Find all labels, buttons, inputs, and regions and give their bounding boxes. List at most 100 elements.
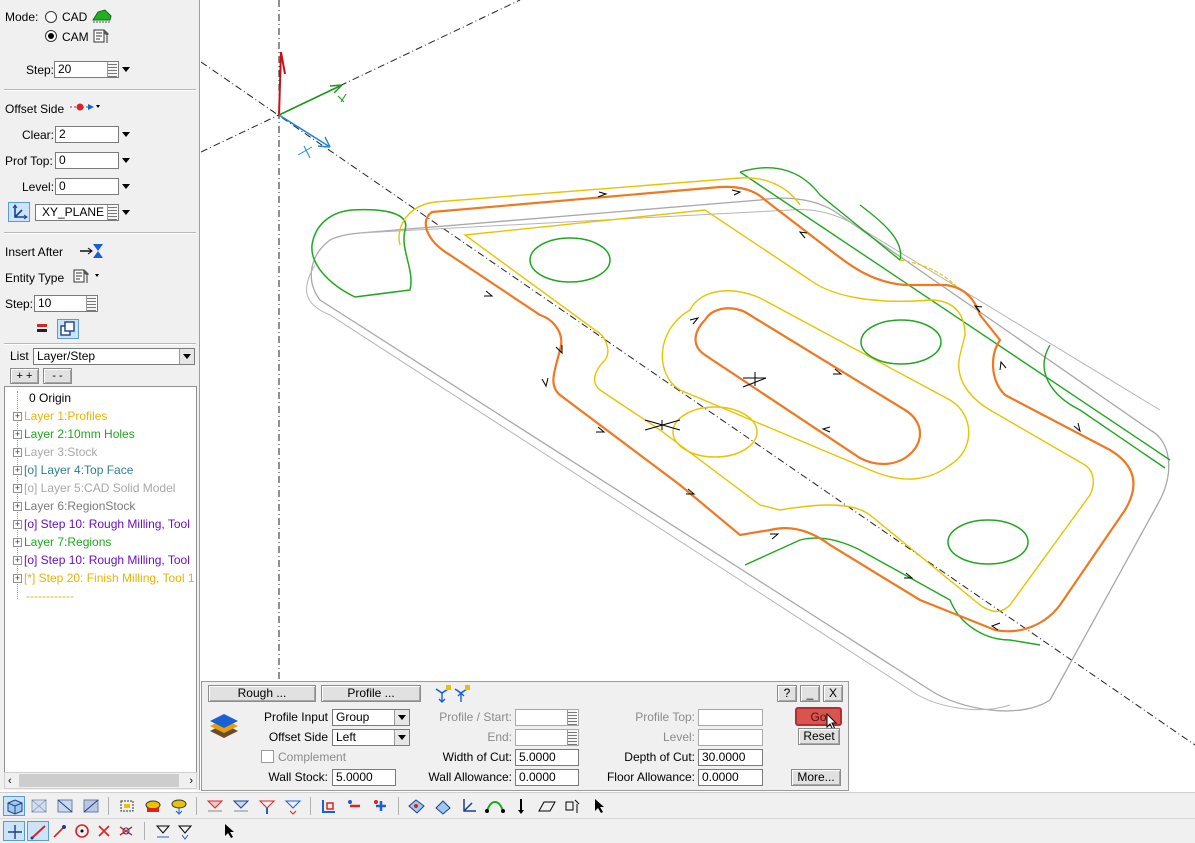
tree-item[interactable]: + Layer 1:Profiles [13, 407, 107, 425]
tool-icon[interactable] [562, 796, 584, 816]
end-spinner[interactable] [567, 730, 577, 745]
snap-grid-icon[interactable] [3, 821, 25, 841]
expand-toggle-icon[interactable]: + [13, 574, 22, 584]
transform-icon[interactable] [458, 796, 480, 816]
expand-toggle-icon[interactable]: + [13, 430, 22, 440]
profile-input-arrow[interactable] [394, 710, 409, 725]
clear-input[interactable]: 2 [55, 126, 119, 143]
minimize-button[interactable]: _ [800, 685, 820, 702]
layer-filter-icon[interactable] [168, 796, 190, 816]
snap-line-icon[interactable] [27, 821, 49, 841]
snap-end-icon[interactable] [49, 821, 71, 841]
list-select-arrow[interactable] [179, 349, 194, 364]
step-dropdown-arrow[interactable] [122, 67, 130, 72]
scroll-right-icon[interactable]: › [189, 775, 193, 787]
contour-op-icon[interactable] [282, 796, 304, 816]
prof-top-dropdown-arrow[interactable] [122, 158, 130, 163]
help-button[interactable]: ? [777, 685, 797, 702]
expand-toggle-icon[interactable]: + [13, 448, 22, 458]
level-dropdown-arrow[interactable] [122, 184, 130, 189]
mode-cad-radio[interactable] [45, 11, 57, 23]
step2-input[interactable]: 10 [34, 295, 98, 312]
collapse-all-button[interactable]: - - [43, 368, 72, 384]
z-level-icon[interactable] [152, 821, 174, 841]
profile-op-icon[interactable] [204, 796, 226, 816]
more-button[interactable]: More... [791, 769, 841, 786]
pointer-icon[interactable] [588, 796, 610, 816]
expand-all-button[interactable]: + + [10, 368, 39, 384]
expand-toggle-icon[interactable]: + [13, 412, 22, 422]
drill-op-icon[interactable] [256, 796, 278, 816]
remove-step-icon[interactable] [34, 321, 50, 340]
prof-top-input[interactable]: 0 [55, 152, 119, 169]
profile-input-select[interactable]: Group [332, 709, 410, 726]
expand-toggle-icon[interactable]: + [13, 466, 22, 476]
snap-intersect-icon[interactable] [93, 821, 115, 841]
snap-center-icon[interactable] [71, 821, 93, 841]
tree-item[interactable]: 0 Origin [13, 389, 71, 407]
horizontal-scrollbar[interactable]: ‹ › [4, 772, 197, 789]
wireframe-view-icon[interactable] [28, 796, 50, 816]
reset-button[interactable]: Reset [798, 728, 840, 745]
plane-shape-icon[interactable] [536, 796, 558, 816]
step2-spinner[interactable] [86, 296, 96, 311]
shaded-view-icon[interactable] [3, 796, 25, 816]
wall-stock-input[interactable]: 5.0000 [332, 769, 396, 786]
probe-icon[interactable] [510, 796, 532, 816]
offset-side-select[interactable]: Left [332, 729, 410, 746]
pocket-op-icon[interactable] [230, 796, 252, 816]
start-point-icon[interactable] [318, 796, 340, 816]
plane-select[interactable]: XY_PLANE [35, 204, 119, 221]
simulate-icon[interactable] [406, 796, 428, 816]
scroll-left-icon[interactable]: ‹ [8, 775, 12, 787]
render-view-icon[interactable] [80, 796, 102, 816]
z-depth-icon[interactable] [174, 821, 196, 841]
tree-item[interactable]: + Layer 7:Regions [13, 533, 111, 551]
profile-start-input[interactable] [515, 709, 579, 726]
offset-side-icon[interactable] [68, 100, 104, 117]
copy-step-icon[interactable] [57, 319, 79, 339]
cursor-icon[interactable] [218, 821, 240, 841]
snap-tangent-icon[interactable] [115, 821, 137, 841]
level-input[interactable]: 0 [55, 178, 119, 195]
complement-checkbox[interactable] [261, 750, 274, 763]
scroll-thumb[interactable] [19, 774, 179, 787]
entity-type-icon[interactable] [73, 268, 103, 287]
expand-toggle-icon[interactable]: + [13, 502, 22, 512]
wall-allowance-input[interactable]: 0.0000 [515, 769, 579, 786]
tree-item[interactable]: + Layer 2:10mm Holes [13, 425, 135, 443]
spline-icon[interactable] [484, 796, 506, 816]
tab-rough-button[interactable]: Rough ... [208, 685, 316, 702]
plane-spinner[interactable] [107, 205, 117, 220]
width-of-cut-input[interactable]: 5.0000 [515, 749, 579, 766]
mode-cam-radio[interactable] [45, 30, 57, 42]
expand-toggle-icon[interactable]: + [13, 556, 22, 566]
list-select[interactable]: Layer/Step [33, 348, 195, 365]
hidden-line-view-icon[interactable] [54, 796, 76, 816]
clear-dropdown-arrow[interactable] [122, 132, 130, 137]
layer-tree[interactable]: 0 Origin + Layer 1:Profiles + Layer 2:10mm H… [4, 386, 197, 776]
level-input-dialog[interactable] [698, 729, 763, 746]
expand-toggle-icon[interactable]: + [13, 538, 22, 548]
expand-toggle-icon[interactable]: + [13, 484, 22, 494]
tree-item[interactable]: ------------ [13, 587, 74, 605]
offset-side-arrow[interactable] [394, 730, 409, 745]
step-spinner[interactable] [107, 62, 117, 77]
mode-cad-label[interactable]: CAD [62, 10, 87, 24]
step-input[interactable]: 20 [54, 61, 119, 78]
expand-toggle-icon[interactable]: + [13, 520, 22, 530]
mode-cam-label[interactable]: CAM [62, 30, 89, 44]
tree-item[interactable]: + [o] Step 10: Rough Milling, Tool [13, 515, 190, 533]
end-input[interactable] [515, 729, 579, 746]
close-button[interactable]: X [823, 685, 843, 702]
cam-viewport[interactable] [200, 0, 1195, 790]
plane-dropdown-arrow[interactable] [122, 210, 130, 215]
profile-top-input-dialog[interactable] [698, 709, 763, 726]
tree-item[interactable]: + Layer 3:Stock [13, 443, 97, 461]
layer-toggle-icon[interactable] [142, 796, 164, 816]
verify-icon[interactable] [432, 796, 454, 816]
add-point-icon[interactable] [370, 796, 392, 816]
swap-icon[interactable] [433, 684, 473, 707]
profile-start-spinner[interactable] [567, 710, 577, 725]
tree-item[interactable]: + [o] Layer 4:Top Face [13, 461, 133, 479]
